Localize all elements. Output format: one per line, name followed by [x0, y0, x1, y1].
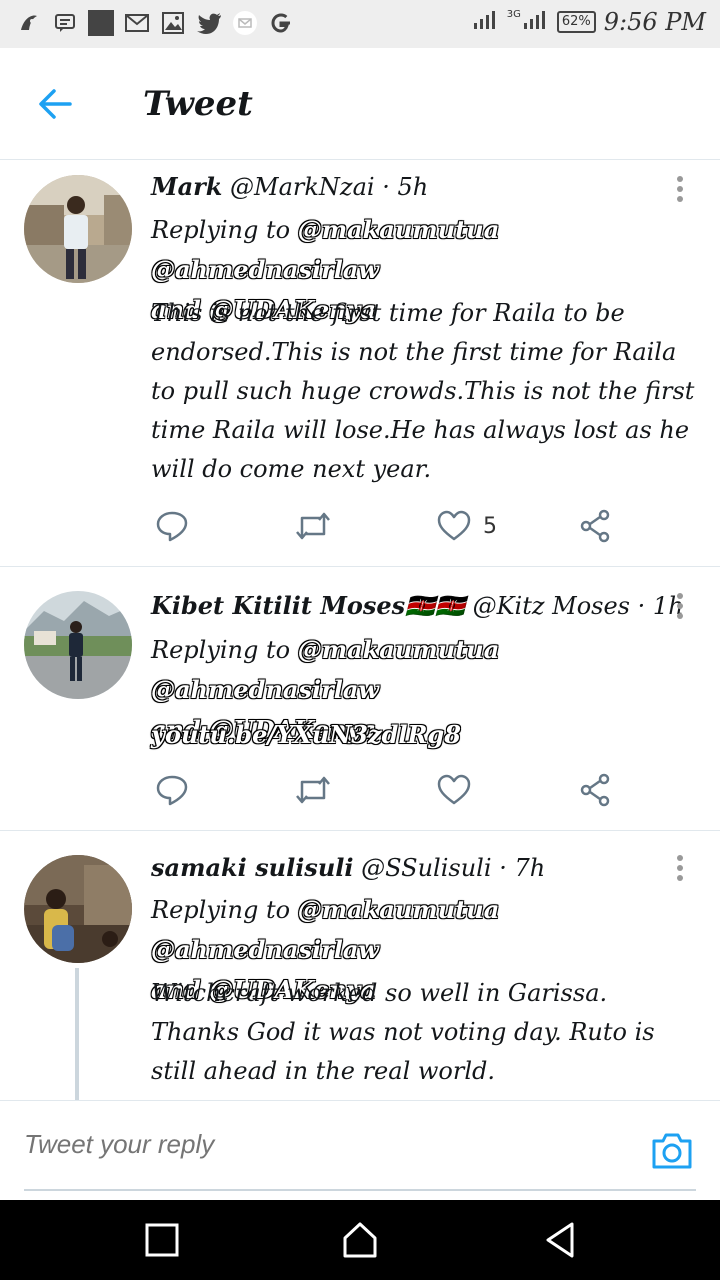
user-handle[interactable]: @SSulisuli — [361, 854, 491, 882]
message-icon — [52, 10, 78, 36]
app-notification-icon — [16, 10, 42, 36]
gallery-icon — [160, 10, 186, 36]
more-options-button[interactable] — [672, 592, 688, 620]
reply-button[interactable] — [155, 770, 189, 810]
tweet-actions: 5 — [151, 506, 621, 546]
tweet-link[interactable]: youtu.be/YXuN3zdlRg8 — [151, 715, 701, 755]
input-underline — [24, 1189, 696, 1191]
separator-dot: · — [637, 592, 646, 620]
back-nav-button[interactable] — [540, 1220, 580, 1260]
like-button[interactable] — [437, 770, 471, 810]
home-button[interactable] — [340, 1220, 380, 1260]
android-nav-bar — [0, 1200, 720, 1280]
status-right: 3G 62% 9:56 PM — [473, 8, 706, 36]
reply-button[interactable] — [155, 506, 189, 546]
retweet-icon — [296, 512, 330, 540]
tweet-text: This is not the first time for Raila to … — [151, 299, 695, 483]
mail-icon — [232, 10, 258, 36]
tweet-item[interactable]: Kibet Kitilit Moses🇰🇪🇰🇪 @Kitz Moses · 1h… — [0, 567, 720, 831]
home-icon — [343, 1222, 377, 1258]
more-vertical-icon — [677, 176, 683, 202]
tweet-item[interactable]: Mark @MarkNzai · 5h Replying to @makaumu… — [0, 160, 720, 567]
reply-icon — [156, 775, 188, 806]
signal-icon-2 — [523, 8, 549, 36]
tweet-text: Witchcraft worked so well in Garissa. Th… — [151, 979, 655, 1085]
tweet-time: 7h — [514, 854, 546, 882]
camera-icon — [652, 1133, 692, 1169]
reply-input[interactable] — [24, 1129, 624, 1160]
tweet-header: Mark @MarkNzai · 5h — [151, 172, 428, 201]
user-handle[interactable]: @MarkNzai — [230, 173, 375, 201]
like-button[interactable]: 5 — [437, 506, 497, 546]
network-type: 3G — [506, 8, 521, 20]
retweet-button[interactable] — [294, 770, 332, 810]
user-name[interactable]: Mark — [151, 172, 222, 201]
clock: 9:56 PM — [603, 8, 706, 36]
like-count: 5 — [483, 513, 497, 539]
back-triangle-icon — [546, 1222, 574, 1258]
back-arrow-icon — [39, 89, 72, 119]
status-bar: 3G 62% 9:56 PM — [0, 0, 720, 48]
signal-icon — [473, 8, 499, 36]
retweet-icon — [296, 776, 330, 804]
more-options-button[interactable] — [672, 175, 688, 203]
gmail-icon — [124, 10, 150, 36]
tweet-item[interactable]: samaki sulisuli @SSulisuli · 7h Replying… — [0, 831, 720, 1100]
link-text[interactable]: youtu.be/YXuN3zdlRg8 — [151, 720, 461, 749]
page-title: Tweet — [143, 84, 253, 124]
replying-prefix: Replying to — [151, 636, 291, 664]
image-thumbnail-icon — [88, 10, 114, 36]
separator-dot: · — [499, 854, 507, 882]
reply-bar — [0, 1100, 720, 1200]
tweet-actions — [151, 770, 621, 810]
share-button[interactable] — [579, 506, 611, 546]
replying-prefix: Replying to — [151, 896, 291, 924]
more-options-button[interactable] — [672, 854, 688, 882]
app-header: Tweet — [0, 48, 720, 160]
heart-icon — [437, 774, 471, 805]
share-icon — [580, 773, 610, 807]
avatar[interactable] — [24, 855, 132, 963]
user-handle[interactable]: @Kitz Moses — [473, 592, 630, 620]
user-name[interactable]: samaki sulisuli — [151, 853, 354, 882]
twitter-icon — [196, 10, 222, 36]
notification-icons — [16, 10, 294, 36]
battery-indicator: 62% — [556, 11, 596, 33]
share-button[interactable] — [579, 770, 611, 810]
share-icon — [580, 509, 610, 543]
recents-button[interactable] — [142, 1220, 182, 1260]
thread-connector-line — [75, 968, 79, 1100]
more-vertical-icon — [677, 855, 683, 881]
recents-square-icon — [145, 1223, 179, 1257]
more-vertical-icon — [677, 593, 683, 619]
tweet-header: Kibet Kitilit Moses🇰🇪🇰🇪 @Kitz Moses · 1h — [151, 591, 684, 620]
google-icon — [268, 10, 294, 36]
user-name[interactable]: Kibet Kitilit Moses🇰🇪🇰🇪 — [151, 591, 465, 620]
tweet-time: 5h — [397, 173, 429, 201]
retweet-button[interactable] — [294, 506, 332, 546]
reply-icon — [156, 511, 188, 542]
tweet-header: samaki sulisuli @SSulisuli · 7h — [151, 853, 545, 882]
avatar[interactable] — [24, 591, 132, 699]
separator-dot: · — [382, 173, 390, 201]
camera-button[interactable] — [650, 1131, 694, 1171]
replying-prefix: Replying to — [151, 216, 291, 244]
back-button[interactable] — [36, 84, 76, 124]
heart-icon — [437, 510, 471, 541]
avatar[interactable] — [24, 175, 132, 283]
